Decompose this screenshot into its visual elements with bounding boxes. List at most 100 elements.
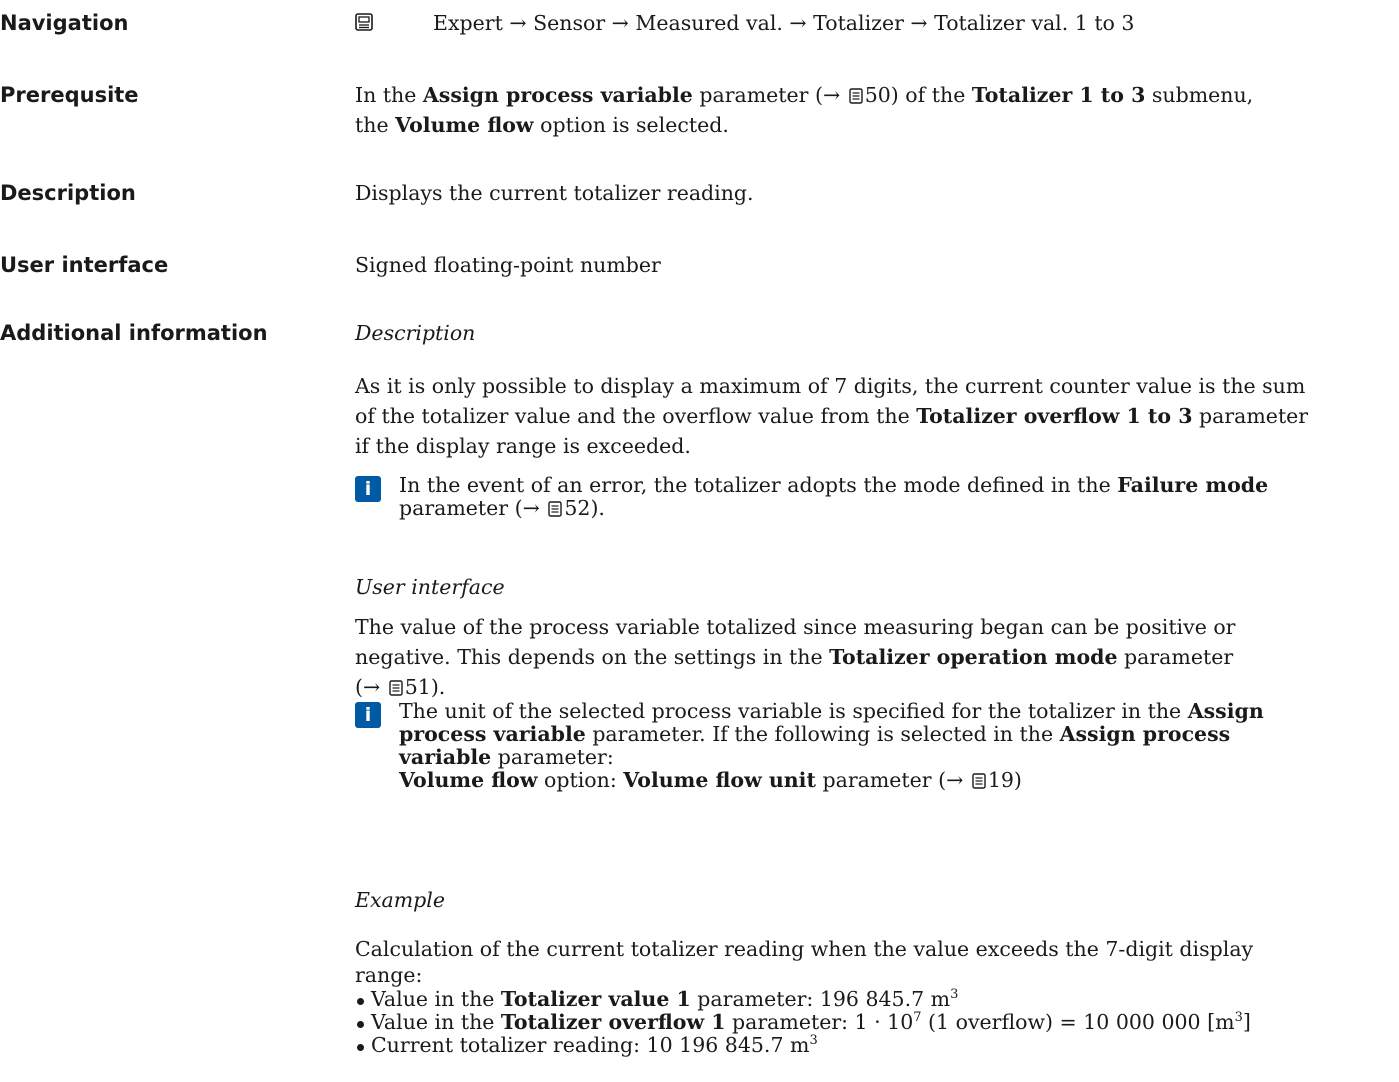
superscript: 3 — [1234, 1010, 1243, 1026]
submenu-totalizer: Totalizer 1 to 3 — [971, 83, 1146, 107]
subsection: Example — [355, 885, 1399, 915]
text-line: range: — [355, 963, 423, 987]
param-assign-process-variable: Assign process variable — [422, 83, 693, 107]
page-reference-icon[interactable] — [389, 680, 403, 696]
param-volume-flow-unit: Volume flow unit — [623, 768, 816, 792]
param-process-variable: process variable — [399, 722, 586, 746]
subheading-user-interface: User interface — [355, 575, 505, 599]
option-volume-flow: Volume flow — [399, 768, 538, 792]
additional-info-label: Additional information — [0, 321, 268, 345]
subheading-example: Example — [355, 888, 445, 912]
text: submenu, — [1145, 83, 1254, 107]
user-interface-label: User interface — [0, 253, 169, 277]
text: negative. This depends on the settings i… — [355, 645, 830, 669]
param-assign: Assign — [1187, 699, 1264, 723]
text: parameter — [1192, 404, 1309, 428]
text: of the totalizer value and the overflow … — [355, 404, 917, 428]
text-line: The value of the process variable totali… — [355, 615, 1236, 639]
option-volume-flow: Volume flow — [395, 113, 534, 137]
text: parameter ( — [815, 768, 947, 792]
text: ). — [590, 496, 605, 520]
nav-measured-val: Measured val. — [635, 11, 783, 35]
param-failure-mode: Failure mode — [1117, 473, 1269, 497]
text: parameter: 1 · 10 — [725, 1010, 914, 1034]
text: parameter — [1117, 645, 1234, 669]
arrow-icon: → — [822, 83, 841, 107]
nav-totalizer-val: Totalizer val. 1 to 3 — [934, 11, 1135, 35]
page-ref-50[interactable]: 50 — [865, 83, 891, 107]
text: parameter. If the following is selected … — [585, 722, 1060, 746]
list-item: Value in the Totalizer overflow 1 parame… — [355, 1011, 1399, 1034]
paragraph: Calculation of the current totalizer rea… — [355, 936, 1399, 1057]
page-ref-51[interactable]: 51 — [405, 675, 431, 699]
page-reference-icon[interactable] — [972, 773, 986, 789]
text-line: As it is only possible to display a maxi… — [355, 374, 1306, 398]
text: option is selected. — [533, 113, 729, 137]
text: The unit of the selected process variabl… — [399, 699, 1188, 723]
arrow-icon: → — [946, 768, 964, 792]
text: parameter ( — [399, 496, 523, 520]
nav-expert: Expert — [433, 11, 503, 35]
superscript: 3 — [809, 1033, 818, 1049]
info-hint: i In the event of an error, the totalize… — [355, 474, 1399, 520]
superscript: 3 — [950, 987, 959, 1003]
arrow-icon: → — [522, 496, 540, 520]
text: (1 overflow) = 10 000 000 [m — [921, 1010, 1235, 1034]
text: In the — [355, 83, 423, 107]
text: Current totalizer reading: 10 196 845.7 … — [371, 1033, 810, 1057]
subsection: User interface — [355, 572, 1399, 602]
text: ) of the — [890, 83, 972, 107]
param-totalizer-operation-mode: Totalizer operation mode — [829, 645, 1118, 669]
paragraph: The value of the process variable totali… — [355, 612, 1399, 702]
text: parameter: — [491, 745, 614, 769]
arrow-icon: → — [910, 11, 928, 35]
arrow-icon: → — [789, 11, 807, 35]
page-ref-52[interactable]: 52 — [564, 496, 590, 520]
text-line: if the display range is exceeded. — [355, 434, 691, 458]
prerequisite-label: Prerequsite — [0, 83, 139, 107]
param-totalizer-overflow: Totalizer overflow 1 to 3 — [916, 404, 1193, 428]
text: ) — [1013, 768, 1022, 792]
info-hint: i The unit of the selected process varia… — [355, 700, 1399, 792]
paragraph: As it is only possible to display a maxi… — [355, 371, 1399, 461]
text: Value in the — [371, 987, 501, 1011]
arrow-icon: → — [509, 11, 527, 35]
list-item: Value in the Totalizer value 1 parameter… — [355, 988, 1399, 1011]
info-icon: i — [355, 702, 381, 728]
description-label: Description — [0, 181, 136, 205]
subheading-description: Description — [355, 321, 476, 345]
user-interface-text: Signed floating-point number — [355, 253, 661, 277]
page-reference-icon[interactable] — [849, 88, 863, 104]
page-ref-19[interactable]: 19 — [988, 768, 1014, 792]
hint-text: The unit of the selected process variabl… — [399, 700, 1399, 792]
additional-info-content: Description — [355, 318, 1399, 348]
display-icon — [355, 13, 373, 31]
superscript: 7 — [913, 1010, 922, 1026]
arrow-icon: → — [611, 11, 629, 35]
example-list: Value in the Totalizer value 1 parameter… — [355, 988, 1399, 1057]
page-reference-icon[interactable] — [548, 501, 563, 517]
text: ( — [355, 675, 363, 699]
prerequisite-text: In the Assign process variable parameter… — [355, 80, 1399, 140]
text: option: — [537, 768, 624, 792]
info-icon: i — [355, 476, 381, 502]
param-assign-process: Assign process — [1059, 722, 1231, 746]
text: ). — [430, 675, 446, 699]
param-totalizer-value-1: Totalizer value 1 — [500, 987, 691, 1011]
list-item: Current totalizer reading: 10 196 845.7 … — [355, 1034, 1399, 1057]
hint-text: In the event of an error, the totalizer … — [399, 474, 1399, 520]
navigation-label: Navigation — [0, 11, 129, 35]
text: the — [355, 113, 396, 137]
text: Value in the — [371, 1010, 501, 1034]
arrow-icon: → — [363, 675, 381, 699]
description-text: Displays the current totalizer reading. — [355, 181, 754, 205]
text-line: Calculation of the current totalizer rea… — [355, 937, 1254, 961]
text: ] — [1242, 1010, 1251, 1034]
nav-sensor: Sensor — [533, 11, 606, 35]
param-variable: variable — [399, 745, 492, 769]
param-totalizer-overflow-1: Totalizer overflow 1 — [500, 1010, 726, 1034]
nav-totalizer: Totalizer — [813, 11, 904, 35]
text: In the event of an error, the totalizer … — [399, 473, 1118, 497]
text: parameter: 196 845.7 m — [690, 987, 951, 1011]
text: parameter ( — [692, 83, 823, 107]
